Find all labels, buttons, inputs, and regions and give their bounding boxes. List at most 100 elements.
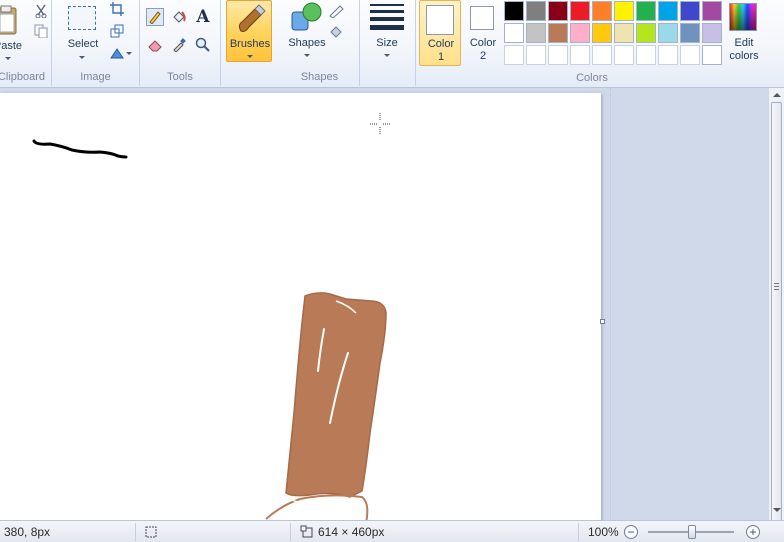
zoom-slider-thumb[interactable]: [688, 525, 696, 539]
text-icon[interactable]: A: [194, 7, 212, 27]
palette-color-swatch[interactable]: [592, 45, 612, 65]
colors-group-label: Colors: [576, 72, 608, 84]
palette-color-swatch[interactable]: [614, 23, 634, 43]
color2-button[interactable]: Color 2: [462, 0, 504, 66]
color-palette: [504, 1, 700, 65]
chevron-down-icon: [79, 56, 85, 59]
color-picker-icon[interactable]: [170, 36, 188, 54]
palette-color-swatch[interactable]: [592, 1, 612, 21]
size-button[interactable]: Size: [366, 0, 408, 64]
chevron-down-icon: [126, 52, 132, 55]
palette-color-swatch[interactable]: [526, 45, 546, 65]
palette-color-swatch[interactable]: [548, 23, 568, 43]
color2-sub: 2: [479, 50, 487, 62]
palette-color-swatch[interactable]: [702, 23, 722, 43]
zoom-level: 100%: [588, 525, 619, 539]
divider: [290, 523, 291, 541]
palette-color-swatch[interactable]: [614, 45, 634, 65]
shapes-group: Shapes Shapes: [280, 0, 360, 86]
size-icon: [370, 4, 404, 30]
chevron-down-icon: [304, 54, 310, 57]
chevron-down-icon: [5, 57, 11, 60]
palette-color-swatch[interactable]: [548, 1, 568, 21]
palette-color-swatch[interactable]: [680, 45, 700, 65]
drawing-canvas[interactable]: [0, 93, 601, 520]
palette-color-swatch[interactable]: [658, 1, 678, 21]
paste-icon: [0, 5, 17, 35]
status-bar: 380, 8px 614 × 460px 100% − +: [0, 520, 784, 542]
brushes-button[interactable]: Brushes: [226, 0, 272, 62]
outline-icon[interactable]: [328, 2, 346, 20]
selection-size-icon: [145, 526, 157, 538]
divider: [135, 523, 136, 541]
guide-line: [610, 88, 611, 520]
clipboard-group: Paste Clipboard: [0, 0, 52, 86]
tools-group-label: Tools: [167, 71, 193, 83]
image-size: 614 × 460px: [318, 525, 385, 539]
canvas-drawing: [32, 113, 390, 520]
fill-icon[interactable]: [170, 8, 188, 26]
select-label: Select: [67, 38, 99, 50]
color1-swatch: [426, 5, 454, 35]
crop-icon[interactable]: [108, 0, 126, 18]
crosshair-cursor: [370, 113, 390, 135]
palette-color-swatch[interactable]: [614, 1, 634, 21]
color2-swatch: [470, 6, 494, 30]
image-group: Select Image: [52, 0, 140, 86]
workspace: [0, 88, 768, 520]
shapes-button[interactable]: Shapes: [284, 0, 328, 62]
ribbon: Paste Clipboard Select Image: [0, 0, 784, 88]
rainbow-icon: [729, 3, 757, 31]
palette-color-swatch[interactable]: [592, 23, 612, 43]
copy-icon[interactable]: [32, 22, 50, 40]
brushes-label: Brushes: [229, 38, 271, 50]
eraser-icon[interactable]: [146, 36, 164, 54]
palette-color-swatch[interactable]: [504, 1, 524, 21]
black-stroke: [32, 139, 128, 159]
paste-label: Paste: [0, 40, 23, 52]
scrollbar-thumb[interactable]: [771, 102, 782, 542]
rotate-icon[interactable]: [108, 44, 126, 62]
pencil-icon[interactable]: [146, 8, 164, 26]
size-group: Size: [360, 0, 416, 86]
trunk-base: [265, 494, 369, 520]
clipboard-group-label: Clipboard: [0, 71, 46, 83]
palette-color-swatch[interactable]: [658, 23, 678, 43]
color1-button[interactable]: Color 1: [419, 0, 461, 66]
palette-color-swatch[interactable]: [504, 23, 524, 43]
scroll-up-icon[interactable]: [773, 93, 781, 97]
fill-style-icon[interactable]: [328, 22, 346, 40]
zoom-out-button[interactable]: −: [624, 525, 638, 539]
shapes-group-label: Shapes: [300, 71, 339, 83]
magnifier-icon[interactable]: [194, 36, 212, 54]
palette-color-swatch[interactable]: [702, 45, 722, 65]
palette-color-swatch[interactable]: [636, 1, 656, 21]
palette-color-swatch[interactable]: [504, 45, 524, 65]
edit-colors-label: Edit: [734, 37, 754, 49]
palette-color-swatch[interactable]: [680, 1, 700, 21]
resize-handle[interactable]: [600, 319, 605, 324]
palette-color-swatch[interactable]: [636, 45, 656, 65]
palette-color-swatch[interactable]: [570, 1, 590, 21]
brush-icon: [238, 4, 266, 32]
select-button[interactable]: Select: [62, 2, 102, 62]
vertical-scrollbar[interactable]: [768, 88, 784, 542]
palette-color-swatch[interactable]: [570, 45, 590, 65]
palette-color-swatch[interactable]: [658, 45, 678, 65]
cursor-position: 380, 8px: [4, 525, 51, 539]
palette-color-swatch[interactable]: [702, 1, 722, 21]
size-label: Size: [376, 37, 398, 49]
edit-colors-button[interactable]: Edit colors: [726, 0, 762, 64]
cut-icon[interactable]: [32, 2, 50, 20]
palette-color-swatch[interactable]: [526, 1, 546, 21]
paste-button[interactable]: Paste: [0, 2, 26, 62]
resize-icon[interactable]: [108, 22, 126, 40]
scroll-down-icon[interactable]: [773, 508, 781, 512]
palette-color-swatch[interactable]: [548, 45, 568, 65]
palette-color-swatch[interactable]: [636, 23, 656, 43]
palette-color-swatch[interactable]: [526, 23, 546, 43]
palette-color-swatch[interactable]: [570, 23, 590, 43]
color-palette-extra: [702, 1, 722, 65]
zoom-in-button[interactable]: +: [746, 525, 760, 539]
palette-color-swatch[interactable]: [680, 23, 700, 43]
